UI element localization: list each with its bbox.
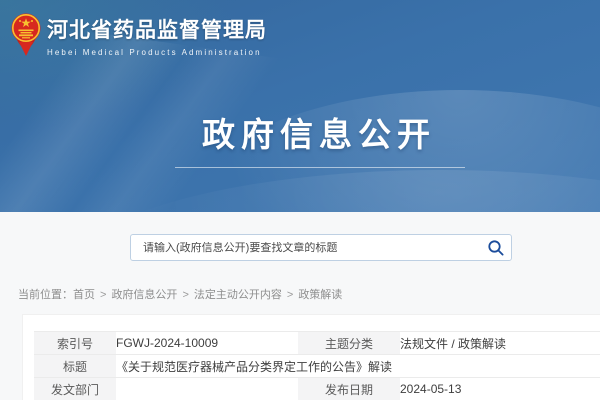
page-banner-title: 政府信息公开 [0, 118, 600, 151]
search-bar [130, 234, 512, 261]
document-info-table: 索引号 FGWJ-2024-10009 主题分类 法规文件 / 政策解读 标题 … [34, 331, 600, 400]
banner-underline [175, 167, 465, 168]
table-row: 标题 《关于规范医疗器械产品分类界定工作的公告》解读 [34, 355, 600, 378]
search-icon [487, 239, 505, 257]
table-row: 发文部门 发布日期 2024-05-13 [34, 378, 600, 400]
document-info-card: 索引号 FGWJ-2024-10009 主题分类 法规文件 / 政策解读 标题 … [22, 314, 600, 400]
site-header: 河北省药品监督管理局 Hebei Medical Products Admini… [0, 0, 600, 212]
topic-category-label: 主题分类 [298, 332, 400, 355]
title-label: 标题 [34, 355, 116, 378]
search-input[interactable] [131, 242, 481, 254]
breadcrumb-item-home[interactable]: 首页 [73, 289, 95, 301]
breadcrumb-separator: > [287, 289, 293, 301]
breadcrumb-separator: > [182, 289, 188, 301]
breadcrumb: 当前位置：首页 > 政府信息公开 > 法定主动公开内容 > 政策解读 [18, 287, 342, 303]
index-number-value: FGWJ-2024-10009 [116, 332, 298, 355]
publish-date-value: 2024-05-13 [400, 378, 600, 400]
site-logo[interactable]: 河北省药品监督管理局 Hebei Medical Products Admini… [10, 12, 267, 58]
breadcrumb-item-statutory-disclosure[interactable]: 法定主动公开内容 [194, 289, 282, 301]
publish-date-label: 发布日期 [298, 378, 400, 400]
topic-category-value: 法规文件 / 政策解读 [400, 332, 600, 355]
breadcrumb-label: 当前位置： [18, 289, 73, 301]
site-title-block: 河北省药品监督管理局 Hebei Medical Products Admini… [47, 12, 267, 57]
agency-name-english: Hebei Medical Products Administration [47, 48, 267, 57]
title-value: 《关于规范医疗器械产品分类界定工作的公告》解读 [116, 355, 600, 378]
national-emblem-icon [10, 12, 42, 58]
breadcrumb-separator: > [100, 289, 106, 301]
agency-name: 河北省药品监督管理局 [47, 20, 267, 41]
issuing-department-value [116, 378, 298, 400]
issuing-department-label: 发文部门 [34, 378, 116, 400]
index-number-label: 索引号 [34, 332, 116, 355]
breadcrumb-item-policy-interpretation[interactable]: 政策解读 [298, 289, 342, 301]
search-button[interactable] [481, 235, 511, 260]
table-row: 索引号 FGWJ-2024-10009 主题分类 法规文件 / 政策解读 [34, 332, 600, 355]
breadcrumb-item-gov-info[interactable]: 政府信息公开 [111, 289, 177, 301]
